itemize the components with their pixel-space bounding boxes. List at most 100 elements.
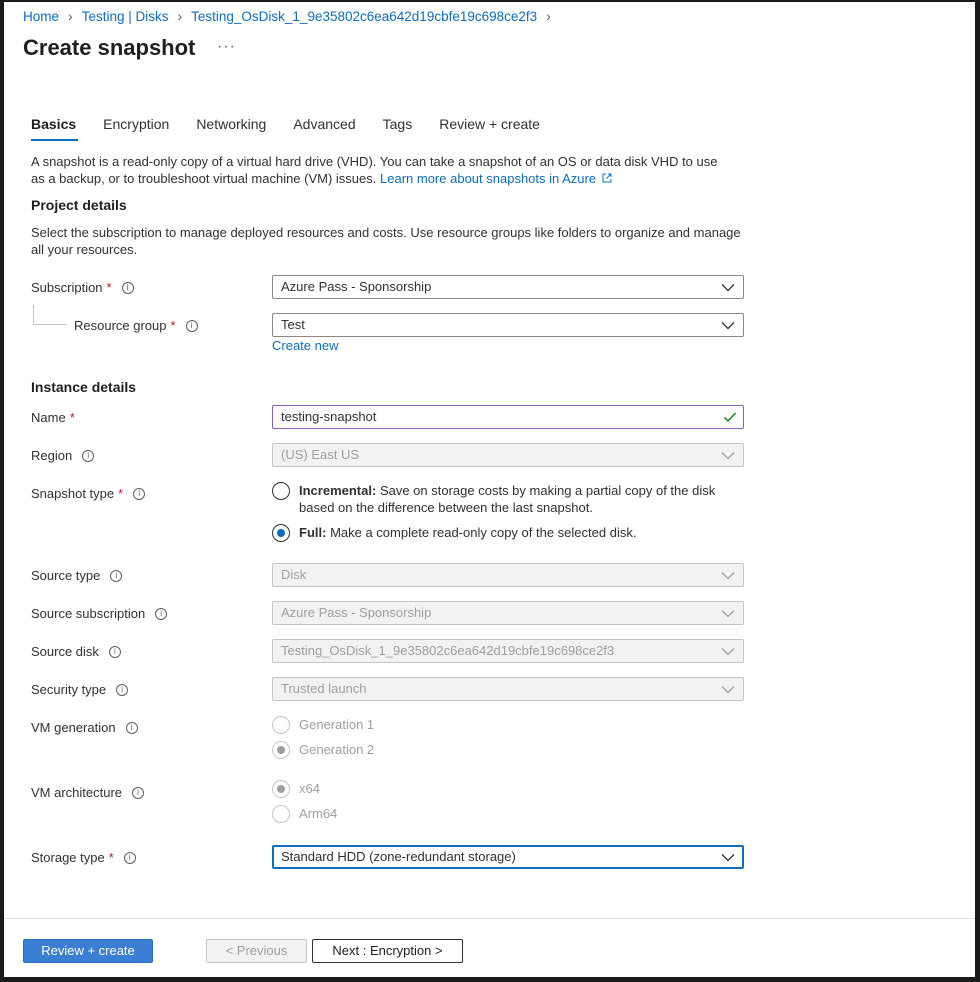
radio-circle[interactable] (272, 524, 290, 542)
radio-incremental[interactable]: Incremental: Save on storage costs by ma… (272, 482, 742, 516)
info-icon[interactable]: i (123, 851, 136, 864)
create-snapshot-blade: Home › Testing | Disks › Testing_OsDisk_… (4, 2, 975, 977)
storage-type-select[interactable]: Standard HDD (zone-redundant storage) (272, 845, 744, 869)
info-icon[interactable]: i (108, 645, 121, 658)
info-icon[interactable]: i (125, 721, 138, 734)
storage-type-label-text: Storage type (31, 850, 105, 865)
breadcrumb-home[interactable]: Home (23, 9, 59, 24)
instance-details-heading: Instance details (31, 379, 137, 395)
full-title: Full: (299, 525, 327, 540)
info-icon[interactable]: i (116, 683, 129, 696)
subscription-select[interactable]: Azure Pass - Sponsorship (272, 275, 744, 299)
chevron-down-icon (721, 686, 735, 694)
name-value: testing-snapshot (281, 409, 377, 424)
learn-more-link-text: Learn more about snapshots in Azure (380, 171, 597, 186)
source-disk-select: Testing_OsDisk_1_9e35802c6ea642d19cbfe19… (272, 639, 744, 663)
radio-arm64: Arm64 (272, 805, 337, 823)
source-type-label: Source type i (31, 568, 123, 583)
required-marker: * (106, 280, 112, 295)
name-label-text: Name (31, 410, 66, 425)
source-disk-value: Testing_OsDisk_1_9e35802c6ea642d19cbfe19… (281, 643, 615, 658)
info-icon[interactable]: i (82, 449, 95, 462)
full-text: Full: Make a complete read-only copy of … (299, 524, 636, 541)
tab-list: Basics Encryption Networking Advanced Ta… (19, 115, 567, 141)
review-create-button[interactable]: Review + create (23, 939, 153, 963)
info-icon[interactable]: i (121, 281, 134, 294)
info-icon[interactable]: i (133, 487, 146, 500)
chevron-down-icon (721, 452, 735, 460)
radio-circle (272, 780, 290, 798)
security-type-value: Trusted launch (281, 681, 367, 696)
resource-group-label-text: Resource group (74, 318, 167, 333)
next-encryption-button[interactable]: Next : Encryption > (312, 939, 463, 963)
breadcrumb-disk[interactable]: Testing_OsDisk_1_9e35802c6ea642d19cbfe19… (191, 9, 537, 24)
required-marker: * (170, 318, 176, 333)
tab-networking[interactable]: Networking (196, 115, 268, 141)
chevron-right-icon: › (546, 8, 551, 24)
incremental-title: Incremental: (299, 483, 377, 498)
radio-circle (272, 805, 290, 823)
breadcrumb: Home › Testing | Disks › Testing_OsDisk_… (23, 8, 560, 24)
tab-review-create[interactable]: Review + create (439, 115, 542, 141)
storage-type-value: Standard HDD (zone-redundant storage) (281, 849, 516, 864)
subscription-label: Subscription * i (31, 280, 134, 295)
vm-architecture-label-text: VM architecture (31, 785, 123, 800)
radio-generation-1: Generation 1 (272, 716, 374, 734)
region-value: (US) East US (281, 447, 360, 462)
generation-2-text: Generation 2 (299, 742, 375, 757)
info-icon[interactable]: i (110, 569, 123, 582)
security-type-select: Trusted launch (272, 677, 744, 701)
name-input[interactable]: testing-snapshot (272, 405, 744, 429)
region-label-text: Region (31, 448, 73, 463)
source-disk-label-text: Source disk (31, 644, 99, 659)
chevron-down-icon (721, 572, 735, 580)
radio-generation-2: Generation 2 (272, 741, 374, 759)
source-type-value: Disk (281, 567, 307, 582)
storage-type-label: Storage type * i (31, 850, 136, 865)
breadcrumb-disks[interactable]: Testing | Disks (82, 9, 169, 24)
radio-circle[interactable] (272, 482, 290, 500)
info-icon[interactable]: i (185, 319, 198, 332)
resource-group-value: Test (281, 317, 305, 332)
security-type-label-text: Security type (31, 682, 107, 697)
vm-generation-label: VM generation i (31, 720, 138, 735)
source-subscription-label-text: Source subscription (31, 606, 146, 621)
learn-more-link[interactable]: Learn more about snapshots in Azure (380, 171, 612, 186)
chevron-down-icon (721, 610, 735, 618)
tab-tags[interactable]: Tags (383, 115, 415, 141)
source-disk-label: Source disk i (31, 644, 121, 659)
tab-basics[interactable]: Basics (19, 115, 79, 141)
project-details-description: Select the subscription to manage deploy… (31, 225, 741, 257)
chevron-down-icon (721, 854, 735, 862)
security-type-label: Security type i (31, 682, 129, 697)
create-new-link[interactable]: Create new (272, 338, 338, 353)
required-marker: * (69, 410, 75, 425)
resource-group-label: Resource group * i (74, 318, 198, 333)
subscription-value: Azure Pass - Sponsorship (281, 279, 432, 294)
full-desc: Make a complete read-only copy of the se… (330, 525, 637, 540)
tab-advanced[interactable]: Advanced (293, 115, 357, 141)
checkmark-icon (724, 412, 737, 423)
resource-group-select[interactable]: Test (272, 313, 744, 337)
radio-circle (272, 716, 290, 734)
project-details-heading: Project details (31, 197, 127, 213)
tab-encryption[interactable]: Encryption (103, 115, 171, 141)
source-subscription-label: Source subscription i (31, 606, 168, 621)
snapshot-type-label-text: Snapshot type (31, 486, 115, 501)
radio-full[interactable]: Full: Make a complete read-only copy of … (272, 524, 742, 542)
info-icon[interactable]: i (155, 607, 168, 620)
more-options-icon[interactable]: ··· (217, 38, 236, 56)
intro-description: A snapshot is a read-only copy of a virt… (31, 154, 718, 186)
previous-button: < Previous (206, 939, 307, 963)
required-marker: * (118, 486, 124, 501)
source-type-label-text: Source type (31, 568, 101, 583)
info-icon[interactable]: i (132, 786, 145, 799)
generation-1-text: Generation 1 (299, 717, 375, 732)
radio-circle (272, 741, 290, 759)
chevron-right-icon: › (68, 8, 73, 24)
tree-connector (33, 305, 67, 325)
required-marker: * (108, 850, 114, 865)
snapshot-type-label: Snapshot type * i (31, 486, 146, 501)
chevron-right-icon: › (177, 8, 183, 24)
source-subscription-select: Azure Pass - Sponsorship (272, 601, 744, 625)
